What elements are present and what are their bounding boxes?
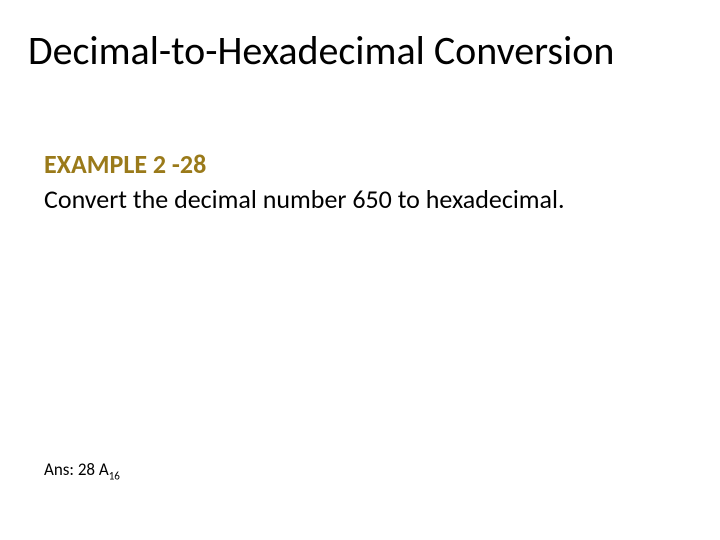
slide-body: EXAMPLE 2 -28 Convert the decimal number… [44, 148, 690, 215]
answer-value: 28 A [78, 459, 109, 480]
answer-prefix: Ans: [44, 459, 78, 480]
answer-subscript: 16 [109, 469, 120, 482]
slide-title: Decimal-to-Hexadecimal Conversion [28, 26, 614, 75]
slide: Decimal-to-Hexadecimal Conversion EXAMPL… [0, 0, 720, 540]
example-prompt: Convert the decimal number 650 to hexade… [44, 183, 565, 215]
example-label: EXAMPLE 2 -28 [44, 148, 690, 181]
answer-line: Ans: 28 A16 [44, 459, 120, 482]
